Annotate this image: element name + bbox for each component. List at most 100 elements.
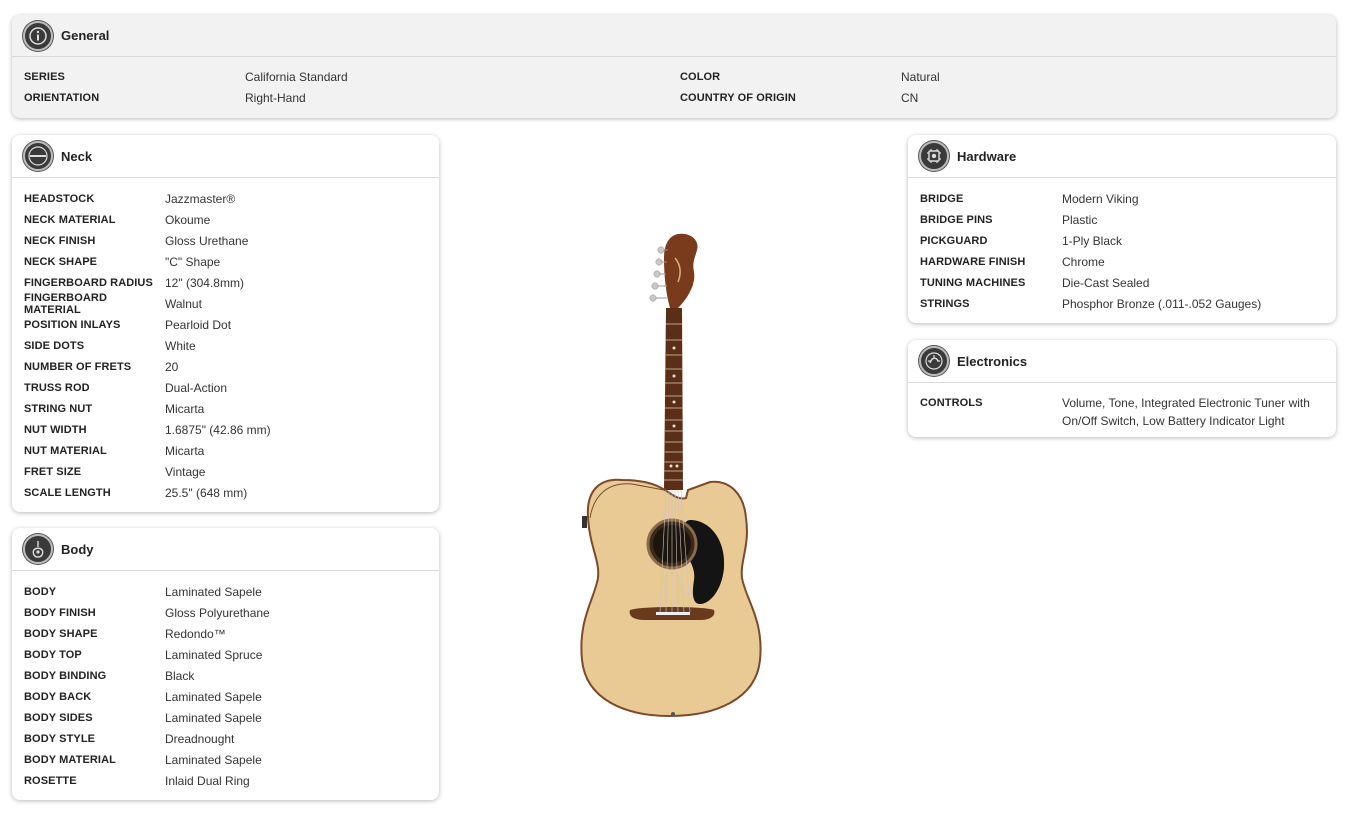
hardware-icon: [919, 141, 949, 171]
spec-value: Inlaid Dual Ring: [165, 773, 250, 788]
electronics-card: Electronics CONTROLS Volume, Tone, Integ…: [908, 340, 1336, 437]
spec-row: BODY SHAPE Redondo™: [24, 623, 427, 644]
spec-value: 1.6875" (42.86 mm): [165, 422, 271, 437]
electronics-icon: [919, 346, 949, 376]
neck-icon: [23, 141, 53, 171]
hardware-header: Hardware: [908, 135, 1336, 178]
spec-label: FINGERBOARD MATERIAL: [24, 291, 107, 316]
spec-row: BRIDGE Modern Viking: [920, 188, 1324, 209]
spec-row: STRINGS Phosphor Bronze (.011-.052 Gauges…: [920, 293, 1324, 314]
spec-value: California Standard: [245, 69, 348, 84]
spec-value: Laminated Spruce: [165, 647, 263, 662]
body-card: Body BODY Laminated Sapele BODY FINISH Glo…: [12, 528, 439, 800]
spec-row: BODY MATERIAL Laminated Sapele: [24, 749, 427, 770]
spec-label: NUMBER OF FRETS: [24, 360, 132, 373]
spec-row: SIDE DOTS White: [24, 335, 427, 356]
electronics-spec-list: CONTROLS Volume, Tone, Integrated Electr…: [908, 383, 1336, 430]
spec-label: BODY SHAPE: [24, 627, 98, 640]
spec-label: BODY SIDES: [24, 711, 93, 724]
body-title: Body: [61, 541, 94, 557]
general-card: General SERIES California Standard COLOR…: [12, 15, 1336, 118]
spec-label: NECK FINISH: [24, 234, 96, 247]
neck-card: Neck HEADSTOCK Jazzmaster® NECK MATERIAL O…: [12, 135, 439, 512]
spec-value: Gloss Polyurethane: [165, 605, 270, 620]
spec-label: NECK MATERIAL: [24, 213, 116, 226]
spec-label: BODY BINDING: [24, 669, 107, 682]
spec-row: NECK MATERIAL Okoume: [24, 209, 427, 230]
spec-label: BODY STYLE: [24, 732, 96, 745]
spec-row: FRET SIZE Vintage: [24, 461, 427, 482]
spec-value: Laminated Sapele: [165, 752, 262, 767]
spec-label: COLOR: [680, 70, 721, 83]
spec-value: White: [165, 338, 196, 353]
general-header: General: [12, 15, 1336, 57]
spec-value: Micarta: [165, 401, 205, 416]
spec-label: COUNTRY OF ORIGIN: [680, 91, 796, 104]
electronics-title: Electronics: [957, 353, 1028, 369]
spec-label: TRUSS ROD: [24, 381, 90, 394]
hardware-card: Hardware BRIDGE Modern Viking BRIDGE PINS…: [908, 135, 1336, 323]
spec-label: NUT MATERIAL: [24, 444, 107, 457]
spec-label: FRET SIZE: [24, 465, 82, 478]
spec-row: STRING NUT Micarta: [24, 398, 427, 419]
spec-value: Vintage: [165, 464, 206, 479]
spec-value: Dual-Action: [165, 380, 228, 395]
spec-label: BODY TOP: [24, 648, 82, 661]
spec-row: SCALE LENGTH 25.5" (648 mm): [24, 482, 427, 503]
spec-value: Pearloid Dot: [165, 317, 232, 332]
spec-row: BODY FINISH Gloss Polyurethane: [24, 602, 427, 623]
spec-label: BODY MATERIAL: [24, 753, 116, 766]
spec-row: BODY BINDING Black: [24, 665, 427, 686]
spec-row: PICKGUARD 1-Ply Black: [920, 230, 1324, 251]
spec-value: Right-Hand: [245, 90, 306, 105]
spec-value: Plastic: [1062, 212, 1098, 227]
spec-value: Phosphor Bronze (.011-.052 Gauges): [1062, 296, 1262, 311]
spec-value: Laminated Sapele: [165, 584, 262, 599]
spec-value: Laminated Sapele: [165, 710, 262, 725]
spec-value: Gloss Urethane: [165, 233, 249, 248]
spec-value: 20: [165, 359, 179, 374]
spec-label: NUT WIDTH: [24, 423, 87, 436]
neck-title: Neck: [61, 148, 93, 164]
spec-row: NECK SHAPE "C" Shape: [24, 251, 427, 272]
spec-label: CONTROLS: [920, 397, 983, 409]
spec-label: BODY: [24, 585, 57, 598]
spec-label: BRIDGE: [920, 192, 964, 205]
spec-value: Redondo™: [165, 626, 226, 641]
spec-value: Jazzmaster®: [165, 191, 236, 206]
general-row: ORIENTATION Right-Hand COUNTRY OF ORIGIN…: [24, 87, 1324, 108]
spec-label: POSITION INLAYS: [24, 318, 121, 331]
spec-value: 25.5" (648 mm): [165, 485, 248, 500]
spec-value: Modern Viking: [1062, 191, 1139, 206]
spec-value: "C" Shape: [165, 254, 221, 269]
spec-row: POSITION INLAYS Pearloid Dot: [24, 314, 427, 335]
general-title: General: [61, 28, 110, 43]
spec-row: BODY TOP Laminated Spruce: [24, 644, 427, 665]
spec-label: HARDWARE FINISH: [920, 255, 1026, 268]
spec-label: SERIES: [24, 70, 65, 83]
spec-value: Laminated Sapele: [165, 689, 262, 704]
spec-label: BODY BACK: [24, 690, 92, 703]
spec-value: Volume, Tone, Integrated Electronic Tune…: [1062, 396, 1310, 428]
spec-value: Dreadnought: [165, 731, 235, 746]
spec-label: FINGERBOARD RADIUS: [24, 276, 153, 289]
spec-row: FINGERBOARD MATERIAL Walnut: [24, 291, 427, 316]
spec-label: BODY FINISH: [24, 606, 96, 619]
spec-row: BODY STYLE Dreadnought: [24, 728, 427, 749]
hardware-spec-list: BRIDGE Modern Viking BRIDGE PINS Plastic P…: [908, 178, 1336, 314]
body-header: Body: [12, 528, 439, 571]
spec-label: STRING NUT: [24, 402, 93, 415]
spec-row: FINGERBOARD RADIUS 12" (304.8mm): [24, 272, 427, 293]
electronics-header: Electronics: [908, 340, 1336, 383]
body-spec-list: BODY Laminated Sapele BODY FINISH Gloss Po…: [12, 571, 439, 791]
spec-row: NUMBER OF FRETS 20: [24, 356, 427, 377]
spec-row: BODY Laminated Sapele: [24, 581, 427, 602]
spec-label: HEADSTOCK: [24, 192, 95, 205]
spec-value: Walnut: [165, 296, 202, 311]
spec-value: Black: [165, 668, 195, 683]
spec-label: SCALE LENGTH: [24, 486, 111, 499]
spec-value: Natural: [901, 69, 940, 84]
spec-row: BODY SIDES Laminated Sapele: [24, 707, 427, 728]
spec-label: TUNING MACHINES: [920, 276, 1026, 289]
general-row: SERIES California Standard COLOR Natural: [24, 66, 1324, 87]
